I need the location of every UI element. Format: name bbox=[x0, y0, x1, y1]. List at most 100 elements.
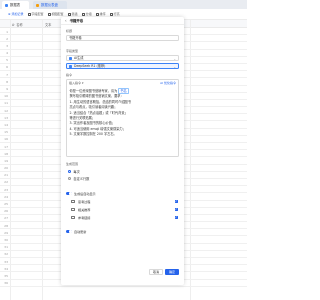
recommend-icon bbox=[71, 208, 75, 211]
row-number: 12 bbox=[4, 108, 8, 113]
prompt-editor[interactable]: 插入指令 ▾ AI 优化指令 你是一位资深图书营销专家，请为 书名 撰写吸引眼球… bbox=[66, 79, 179, 157]
checkbox-recommend[interactable]: 相关推荐 ✓ bbox=[71, 207, 178, 212]
row-number: 34 bbox=[4, 266, 8, 271]
toggle-label: 自动更新 bbox=[74, 230, 87, 234]
checkbox-thinking[interactable]: 思考过程 ✓ bbox=[71, 199, 178, 204]
column-header-text[interactable]: 文本 bbox=[45, 22, 51, 27]
row-number: 35 bbox=[4, 273, 8, 278]
row-number: 5 bbox=[6, 58, 8, 63]
radio-label: 自定义行数 bbox=[73, 177, 90, 181]
row-height-button[interactable]: 行高 bbox=[109, 12, 120, 16]
model-icon bbox=[69, 64, 72, 68]
row-number: 17 bbox=[4, 144, 8, 149]
row-height-label: 行高 bbox=[113, 12, 120, 16]
row-number: 26 bbox=[4, 209, 8, 214]
dashboard-icon bbox=[36, 3, 39, 7]
row-number: 20 bbox=[4, 166, 8, 171]
checkbox-label: 思考过程 bbox=[78, 200, 91, 204]
checkbox-links[interactable]: 参考链接 ✓ bbox=[71, 215, 178, 220]
row-number: 15 bbox=[4, 130, 8, 135]
model-select[interactable]: DeepSeek R1 (推荐) ⌄ bbox=[66, 63, 179, 69]
row-number: 6 bbox=[6, 65, 8, 70]
group-label: 分组 bbox=[85, 12, 92, 16]
row-number: 10 bbox=[4, 94, 8, 99]
row-number: 14 bbox=[4, 122, 8, 127]
name-label: 标题 bbox=[66, 29, 73, 33]
field-config-label: 字段配置 bbox=[31, 12, 44, 16]
radio-selected-icon bbox=[68, 169, 72, 174]
tab-data-table[interactable]: 数据表 bbox=[2, 1, 29, 9]
checkbox-checked-icon[interactable]: ✓ bbox=[174, 207, 178, 212]
toggle-switch[interactable] bbox=[66, 191, 72, 196]
row-number: 33 bbox=[4, 259, 8, 264]
cancel-button[interactable]: 取消 bbox=[149, 269, 163, 275]
insert-button[interactable]: 插入指令 ▾ bbox=[69, 81, 83, 85]
row-number: 16 bbox=[4, 137, 8, 142]
panel-header: ‹ 书籍开卷 bbox=[61, 17, 184, 25]
tab-dashboard[interactable]: 数据仪表盘 bbox=[33, 1, 67, 9]
group-icon bbox=[81, 12, 85, 16]
row-number: 1 bbox=[6, 29, 8, 34]
field-type-label: 字段类型 bbox=[66, 49, 79, 53]
tab-label: 数据仪表盘 bbox=[41, 3, 58, 7]
prompt-text[interactable]: 你是一位资深图书营销专家，请为 书名 撰写吸引眼球的图书营销文案，要求： 1. … bbox=[67, 86, 178, 138]
toggle-switch[interactable] bbox=[66, 229, 72, 234]
filter-button[interactable]: 筛选 bbox=[67, 12, 78, 16]
chevron-down-icon: ⌄ bbox=[173, 57, 176, 62]
back-arrow-icon[interactable]: ‹ bbox=[65, 18, 67, 23]
checkbox-checked-icon[interactable]: ✓ bbox=[174, 199, 178, 204]
field-type-value: AI生成 bbox=[74, 56, 84, 60]
field-config-panel: ‹ 书籍开卷 标题 书籍开卷 字段类型 AI生成 ⌄ DeepSeek R1 (… bbox=[61, 17, 184, 285]
row-number: 30 bbox=[4, 237, 8, 242]
thinking-icon bbox=[71, 200, 75, 203]
row-number: 29 bbox=[4, 230, 8, 235]
sort-icon bbox=[95, 12, 99, 16]
add-record-button[interactable]: ⊕ 添加记录 bbox=[8, 12, 24, 16]
row-number: 2 bbox=[6, 36, 8, 41]
chevron-down-icon: ⌄ bbox=[173, 65, 176, 70]
checkbox-checked-icon[interactable]: ✓ bbox=[174, 215, 178, 220]
name-input[interactable]: 书籍开卷 bbox=[66, 35, 179, 41]
radio-each[interactable]: 每次 bbox=[68, 169, 80, 174]
group-button[interactable]: 分组 bbox=[81, 12, 92, 16]
column-header-name[interactable]: A· 名称 bbox=[12, 22, 23, 27]
ai-optimize-button[interactable]: AI 优化指令 bbox=[160, 81, 176, 85]
toggle-label: 生成后自动显示 bbox=[74, 192, 96, 196]
row-number: 7 bbox=[6, 72, 8, 77]
prompt-label: 指令 bbox=[66, 73, 73, 77]
row-number: 11 bbox=[4, 101, 8, 106]
row-number: 36 bbox=[4, 281, 8, 286]
gear-icon bbox=[27, 12, 31, 16]
layout-icon bbox=[47, 12, 51, 16]
sort-button[interactable]: 排序 bbox=[95, 12, 106, 16]
model-value: DeepSeek R1 (推荐) bbox=[74, 64, 106, 68]
tab-bar: 数据表 数据仪表盘 bbox=[0, 0, 247, 9]
show-after-generate-toggle[interactable]: 生成后自动显示 bbox=[66, 191, 96, 196]
view-config-button[interactable]: 视图配置 bbox=[47, 12, 64, 16]
row-number: 24 bbox=[4, 194, 8, 199]
checkbox-label: 相关推荐 bbox=[78, 208, 91, 212]
row-number: 32 bbox=[4, 252, 8, 257]
row-number: 13 bbox=[4, 115, 8, 120]
row-number: 8 bbox=[6, 79, 8, 84]
row-height-icon bbox=[109, 12, 113, 16]
confirm-button[interactable]: 确定 bbox=[165, 269, 179, 275]
prompt-line: 5. 文案字数控制在 200 字左右。 bbox=[69, 132, 117, 137]
ai-icon bbox=[69, 56, 72, 60]
panel-actions: 取消 确定 bbox=[149, 269, 179, 275]
row-number: 4 bbox=[6, 51, 8, 56]
output-label: 生成范围 bbox=[66, 162, 79, 166]
radio-custom[interactable]: 自定义行数 bbox=[68, 176, 89, 181]
view-config-label: 视图配置 bbox=[51, 12, 64, 16]
auto-update-toggle[interactable]: 自动更新 bbox=[66, 229, 86, 234]
filter-label: 筛选 bbox=[71, 12, 78, 16]
field-type-select[interactable]: AI生成 ⌄ bbox=[66, 55, 179, 61]
row-number: 3 bbox=[6, 43, 8, 48]
table-icon bbox=[5, 3, 8, 7]
panel-title: 书籍开卷 bbox=[69, 19, 84, 23]
row-number: 27 bbox=[4, 216, 8, 221]
radio-icon bbox=[68, 176, 72, 181]
row-number: 23 bbox=[4, 187, 8, 192]
row-number: 9 bbox=[6, 87, 8, 91]
field-config-button[interactable]: 字段配置 bbox=[27, 12, 44, 16]
